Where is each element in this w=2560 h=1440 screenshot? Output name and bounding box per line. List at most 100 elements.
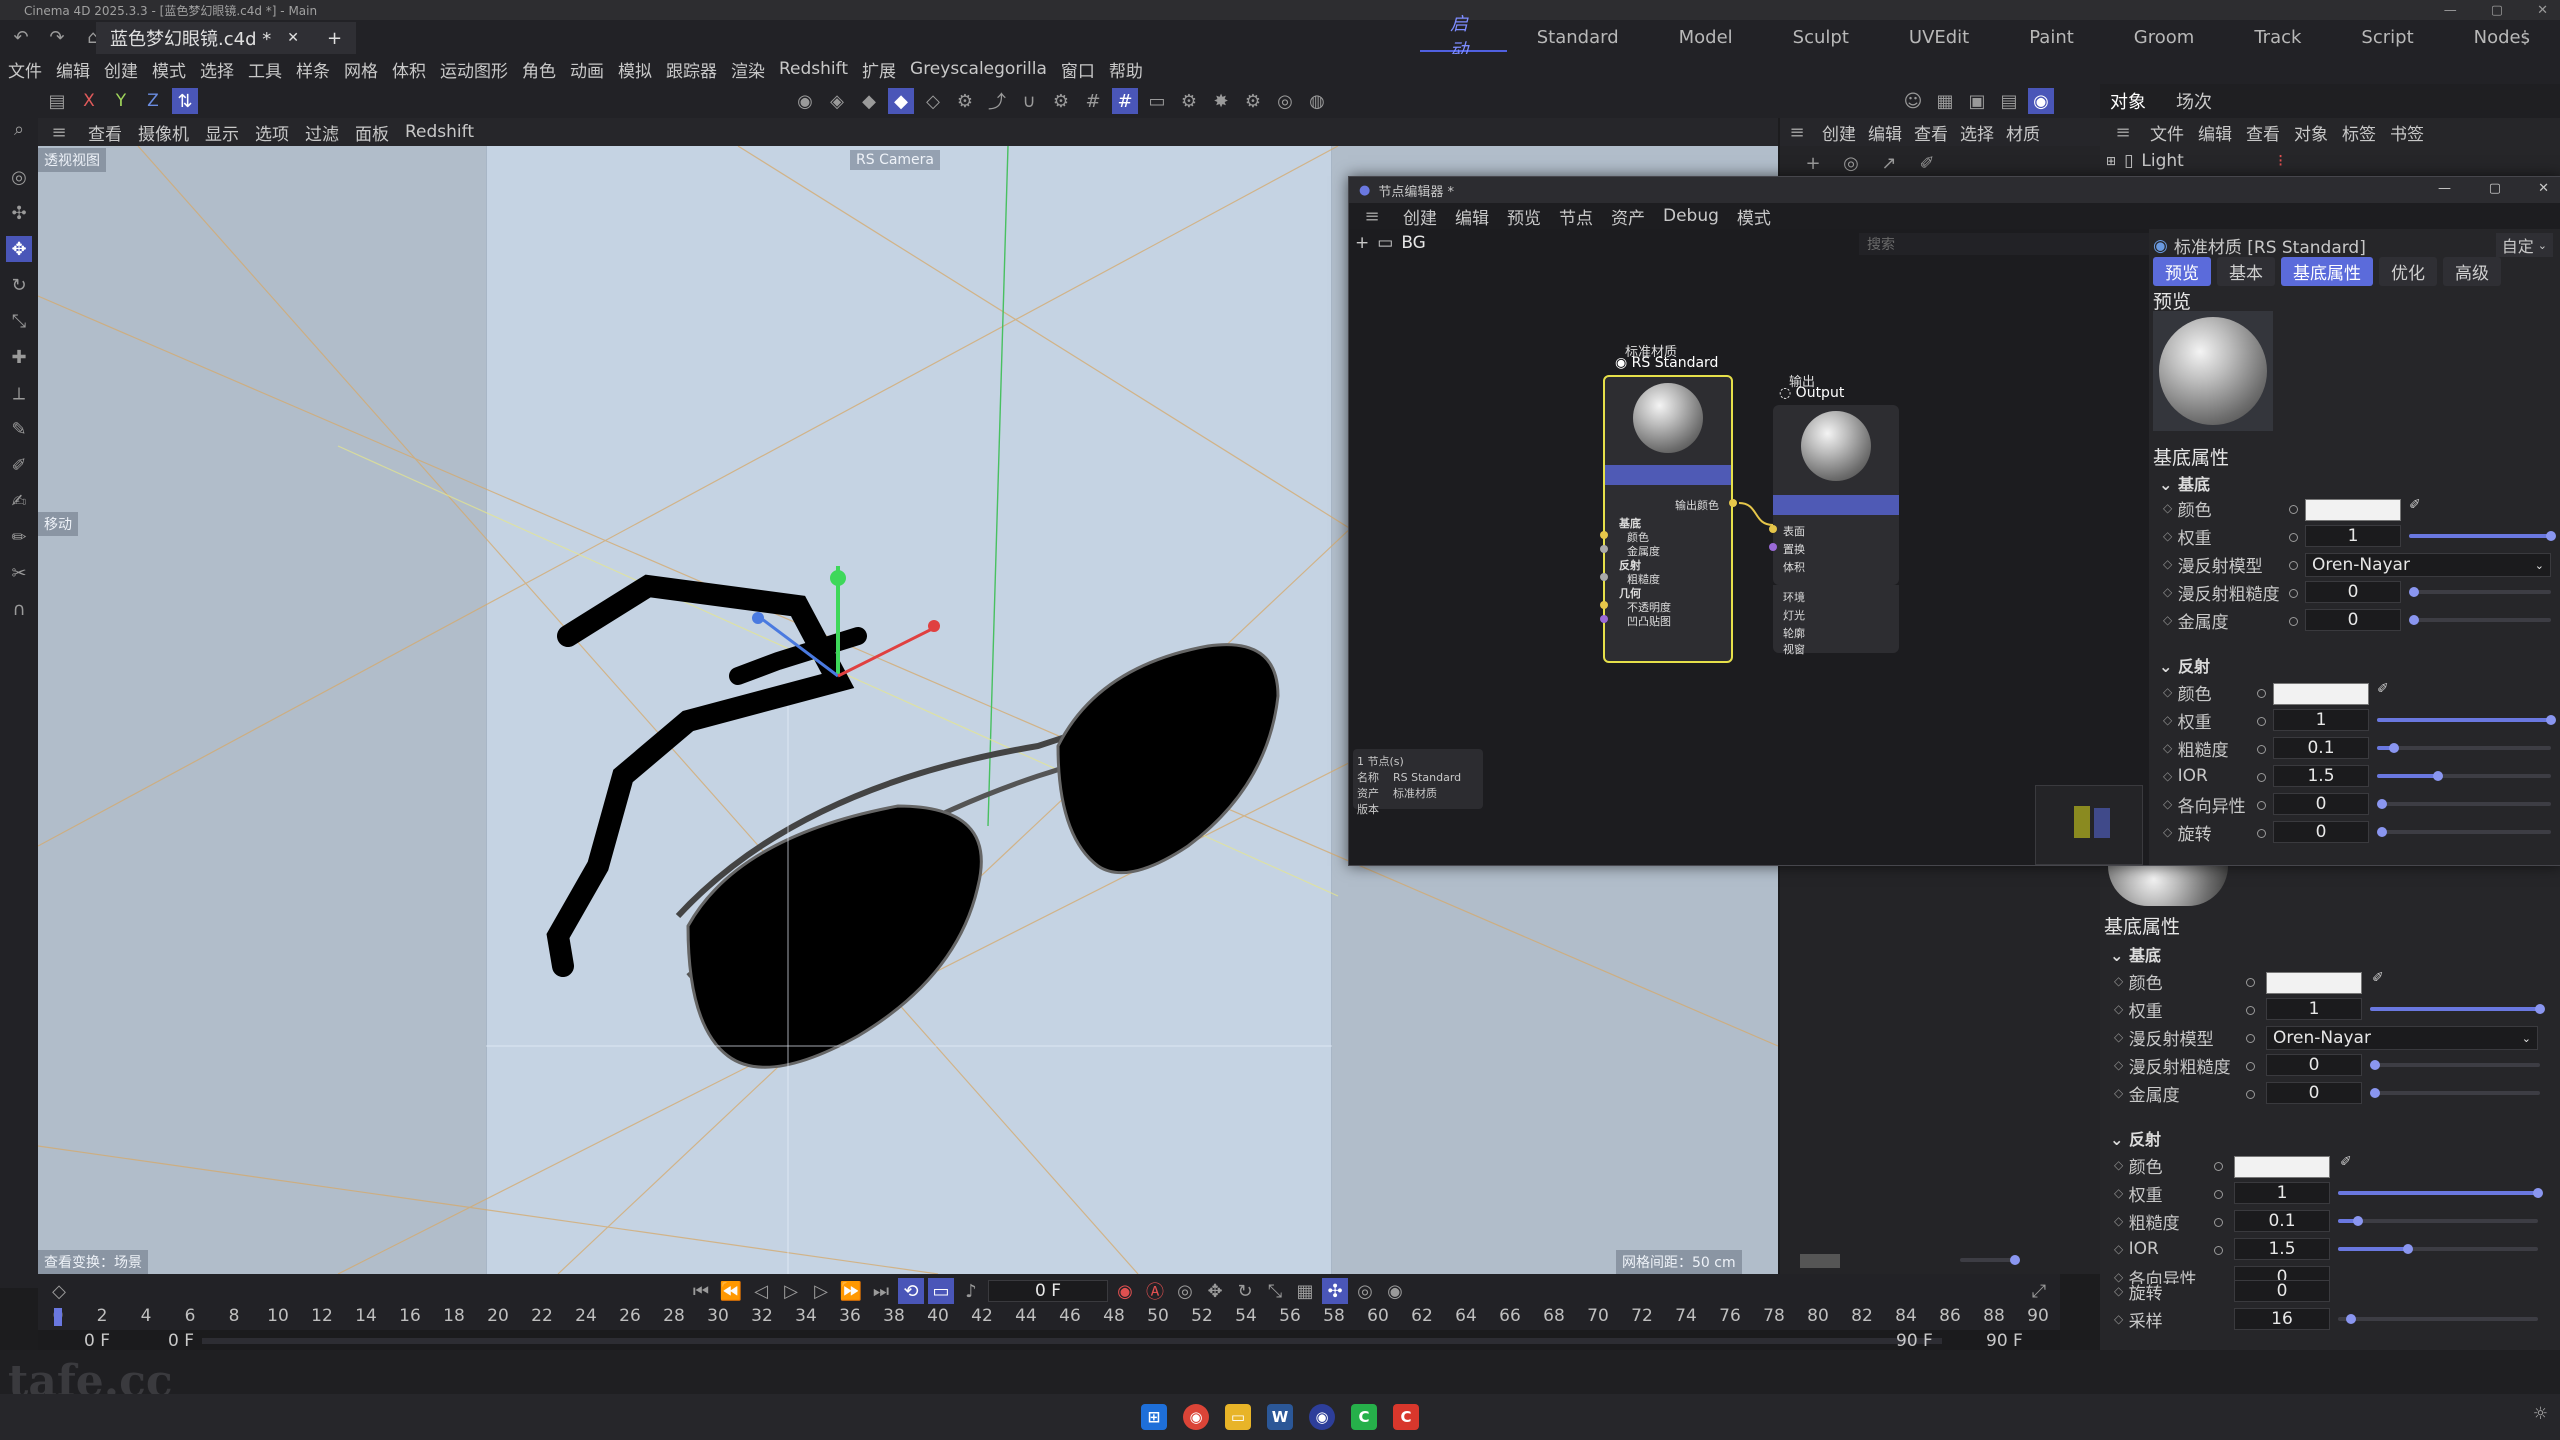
- keyframe-icon[interactable]: [2257, 745, 2266, 754]
- custom-dropdown[interactable]: 自定 ⌄: [2495, 233, 2553, 257]
- keyframe-icon[interactable]: [2246, 1090, 2255, 1099]
- axis-lock-icon[interactable]: ⤴: [984, 88, 1010, 114]
- position-key-icon[interactable]: ✥: [1202, 1278, 1228, 1304]
- keyframe-icon[interactable]: [2257, 829, 2266, 838]
- np-rotation-slider[interactable]: [2377, 827, 2551, 837]
- fps-icon[interactable]: ◎: [1352, 1278, 1378, 1304]
- objects-menu-icon[interactable]: ≡: [2110, 119, 2136, 145]
- objects-menu-item[interactable]: 对象: [2294, 120, 2328, 145]
- base-group-title[interactable]: ⌄ 基底: [2159, 471, 2210, 495]
- node-menu-item[interactable]: 节点: [1559, 204, 1593, 229]
- refl-weight-slider[interactable]: [2338, 1188, 2543, 1198]
- layout-tab[interactable]: UVEdit: [1879, 22, 1999, 52]
- range-start[interactable]: 0 F: [84, 1331, 110, 1351]
- sound-icon[interactable]: ♪: [958, 1278, 984, 1304]
- menu-item[interactable]: 创建: [104, 57, 138, 82]
- keyframe-icon[interactable]: [2257, 717, 2266, 726]
- viewport-menu-item[interactable]: Redshift: [405, 122, 474, 142]
- np-base-color-swatch[interactable]: [2305, 499, 2401, 521]
- objects-menu-item[interactable]: 文件: [2150, 120, 2184, 145]
- sculpt-icon[interactable]: ✍: [6, 488, 32, 514]
- close-icon[interactable]: ✕: [2538, 181, 2549, 196]
- play-icon[interactable]: ▷: [778, 1278, 804, 1304]
- menu-item[interactable]: 动画: [570, 57, 604, 82]
- scale-key-icon[interactable]: ⤡: [1262, 1278, 1288, 1304]
- node-menu-item[interactable]: 资产: [1611, 204, 1645, 229]
- camera-label[interactable]: RS Camera: [850, 150, 941, 170]
- coordinate-system-icon[interactable]: ⇅: [172, 88, 198, 114]
- metalness-field[interactable]: 0: [2266, 1082, 2362, 1104]
- rotate-tool-icon[interactable]: ↻: [6, 272, 32, 298]
- layout-tab[interactable]: Track: [2224, 22, 2331, 52]
- diffuse-rough-slider[interactable]: [2370, 1060, 2540, 1070]
- knife-icon[interactable]: ✂: [6, 560, 32, 586]
- autokey-icon[interactable]: Ⓐ: [1142, 1278, 1168, 1304]
- expand-timeline-icon[interactable]: ⤢: [2026, 1278, 2052, 1304]
- layout-tab[interactable]: Paint: [1999, 22, 2104, 52]
- minimize-icon[interactable]: —: [2444, 3, 2457, 18]
- axis-tool-icon[interactable]: ⟂: [6, 380, 32, 406]
- axis-x-button[interactable]: X: [76, 88, 102, 114]
- scale-tool-icon[interactable]: ⤡: [6, 308, 32, 334]
- add-icon[interactable]: +: [1800, 150, 1826, 176]
- timeline-settings-icon[interactable]: ◉: [1382, 1278, 1408, 1304]
- go-end-icon[interactable]: ⏭: [868, 1278, 894, 1304]
- magnet-icon[interactable]: ∪: [1016, 88, 1042, 114]
- material-menu-item[interactable]: 选择: [1960, 120, 1994, 145]
- close-icon[interactable]: ✕: [2537, 3, 2548, 18]
- eyedropper-icon[interactable]: ✐: [2409, 497, 2421, 513]
- range-end[interactable]: 90 F: [1986, 1331, 2023, 1351]
- visibility-dot-icon[interactable]: ⁝: [2278, 151, 2283, 171]
- keyframe-settings-icon[interactable]: ◎: [1172, 1278, 1198, 1304]
- keyframe-icon[interactable]: [2289, 533, 2298, 542]
- menu-item[interactable]: 扩展: [862, 57, 896, 82]
- layout-tab[interactable]: Sculpt: [1763, 22, 1879, 52]
- spline-pen-icon[interactable]: ✎: [6, 416, 32, 442]
- keyframe-icon[interactable]: [2246, 978, 2255, 987]
- pla-key-icon[interactable]: ✣: [1322, 1278, 1348, 1304]
- eyedropper-icon[interactable]: ✐: [2372, 970, 2384, 986]
- material-manager-icon[interactable]: ◎: [1272, 88, 1298, 114]
- ior-slider[interactable]: [2338, 1244, 2538, 1254]
- transform-icon[interactable]: ✚: [6, 344, 32, 370]
- menu-item[interactable]: 模式: [152, 57, 186, 82]
- param-key-icon[interactable]: ▦: [1292, 1278, 1318, 1304]
- picture-viewer-icon[interactable]: ▣: [1964, 88, 1990, 114]
- tab-takes[interactable]: 场次: [2176, 88, 2212, 114]
- redshift-icon[interactable]: ◉: [2028, 88, 2054, 114]
- keyframe-icon[interactable]: [2246, 1062, 2255, 1071]
- next-frame-icon[interactable]: ▷: [808, 1278, 834, 1304]
- viewport-menu-item[interactable]: 过滤: [305, 120, 339, 145]
- snap-settings-icon[interactable]: ⚙: [1048, 88, 1074, 114]
- layout-tab[interactable]: Model: [1649, 22, 1763, 52]
- viewport-menu-item[interactable]: 面板: [355, 120, 389, 145]
- asset-browser-icon[interactable]: ◍: [1304, 88, 1330, 114]
- layout-tab[interactable]: Script: [2331, 22, 2443, 52]
- np-base-weight-slider[interactable]: [2409, 531, 2556, 541]
- np-refl-rough-field[interactable]: 0.1: [2273, 737, 2369, 759]
- menu-item[interactable]: 文件: [8, 57, 42, 82]
- keyframe-icon[interactable]: [2289, 589, 2298, 598]
- frame-range-bar[interactable]: 0 F 0 F 90 F 90 F: [38, 1330, 2060, 1352]
- chrome-icon[interactable]: ◉: [1183, 1404, 1209, 1430]
- tab-objects[interactable]: 对象: [2110, 88, 2146, 114]
- keyframe-icon[interactable]: [2214, 1162, 2223, 1171]
- grid-snap-icon[interactable]: #: [1080, 88, 1106, 114]
- more-icon[interactable]: ⋮: [2512, 24, 2538, 50]
- reflection-group-title[interactable]: ⌄ 反射: [2159, 653, 2210, 677]
- render-settings-icon[interactable]: ⚙: [1176, 88, 1202, 114]
- windows-start-icon[interactable]: ⊞: [1141, 1404, 1167, 1430]
- menu-item[interactable]: 窗口: [1061, 57, 1095, 82]
- model-mode-icon[interactable]: ▤: [44, 88, 70, 114]
- keyframe-icon[interactable]: [2289, 561, 2298, 570]
- material-tab[interactable]: 基本: [2217, 257, 2275, 286]
- refl-color-swatch[interactable]: [2234, 1156, 2330, 1178]
- np-refl-weight-slider[interactable]: [2377, 715, 2556, 725]
- next-key-icon[interactable]: ⏩: [838, 1278, 864, 1304]
- maximize-icon[interactable]: ▢: [2491, 3, 2503, 18]
- maximize-icon[interactable]: ▢: [2489, 181, 2501, 196]
- axis-z-button[interactable]: Z: [140, 88, 166, 114]
- filter-icon[interactable]: ◎: [1838, 150, 1864, 176]
- objects-menu-item[interactable]: 书签: [2390, 120, 2424, 145]
- range-slider[interactable]: [202, 1338, 1942, 1344]
